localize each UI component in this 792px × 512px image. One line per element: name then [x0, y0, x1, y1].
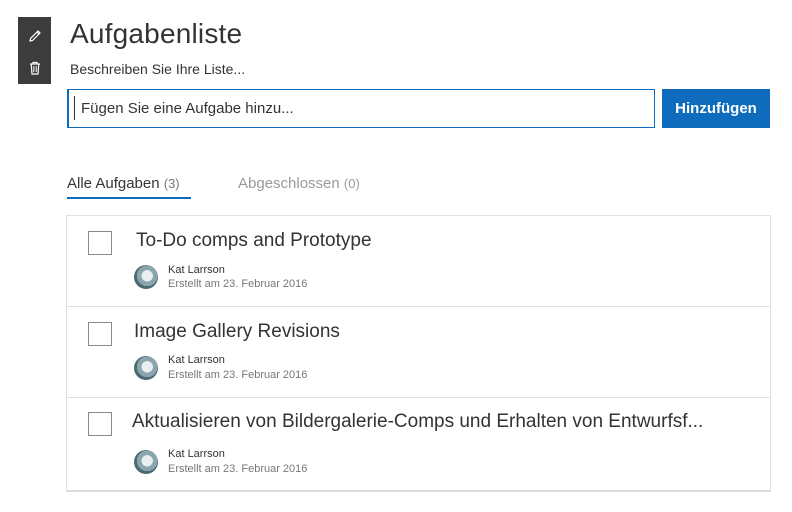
edit-button[interactable] — [18, 19, 51, 52]
delete-button[interactable] — [18, 51, 51, 84]
active-tab-indicator — [67, 197, 191, 199]
text-cursor — [74, 96, 75, 120]
tab-label: Abgeschlossen — [238, 175, 340, 192]
add-task-input[interactable] — [67, 89, 655, 128]
list-toolbar — [18, 17, 51, 84]
task-author: Kat Larrson — [168, 448, 225, 460]
task-created-date: Erstellt am 23. Februar 2016 — [168, 278, 308, 290]
list-item: Aktualisieren von Bildergalerie-Comps un… — [67, 398, 770, 492]
list-description[interactable]: Beschreiben Sie Ihre Liste... — [70, 61, 245, 77]
tab-count: (0) — [343, 176, 360, 191]
task-checkbox[interactable] — [88, 412, 112, 436]
task-title[interactable]: Image Gallery Revisions — [134, 321, 754, 343]
tab-completed[interactable]: Abgeschlossen (0) — [238, 175, 360, 192]
task-title[interactable]: To-Do comps and Prototype — [136, 230, 756, 252]
task-author: Kat Larrson — [168, 354, 225, 366]
task-list: To-Do comps and Prototype Kat Larrson Er… — [66, 215, 771, 492]
avatar — [134, 356, 158, 380]
task-created-date: Erstellt am 23. Februar 2016 — [168, 463, 308, 475]
trash-icon — [29, 61, 40, 75]
tab-all-tasks[interactable]: Alle Aufgaben (3) — [67, 175, 180, 192]
avatar — [134, 265, 158, 289]
list-item: Image Gallery Revisions Kat Larrson Erst… — [67, 307, 770, 398]
tab-label: Alle Aufgaben — [67, 175, 160, 192]
task-created-date: Erstellt am 23. Februar 2016 — [168, 369, 308, 381]
list-item: To-Do comps and Prototype Kat Larrson Er… — [67, 216, 770, 307]
task-checkbox[interactable] — [88, 231, 112, 255]
task-author: Kat Larrson — [168, 264, 225, 276]
avatar — [134, 450, 158, 474]
add-task-button[interactable]: Hinzufügen — [662, 89, 770, 128]
task-checkbox[interactable] — [88, 322, 112, 346]
task-title[interactable]: Aktualisieren von Bildergalerie-Comps un… — [132, 411, 748, 433]
pencil-icon — [28, 29, 41, 42]
tab-count: (3) — [163, 176, 180, 191]
list-title[interactable]: Aufgabenliste — [70, 18, 242, 50]
